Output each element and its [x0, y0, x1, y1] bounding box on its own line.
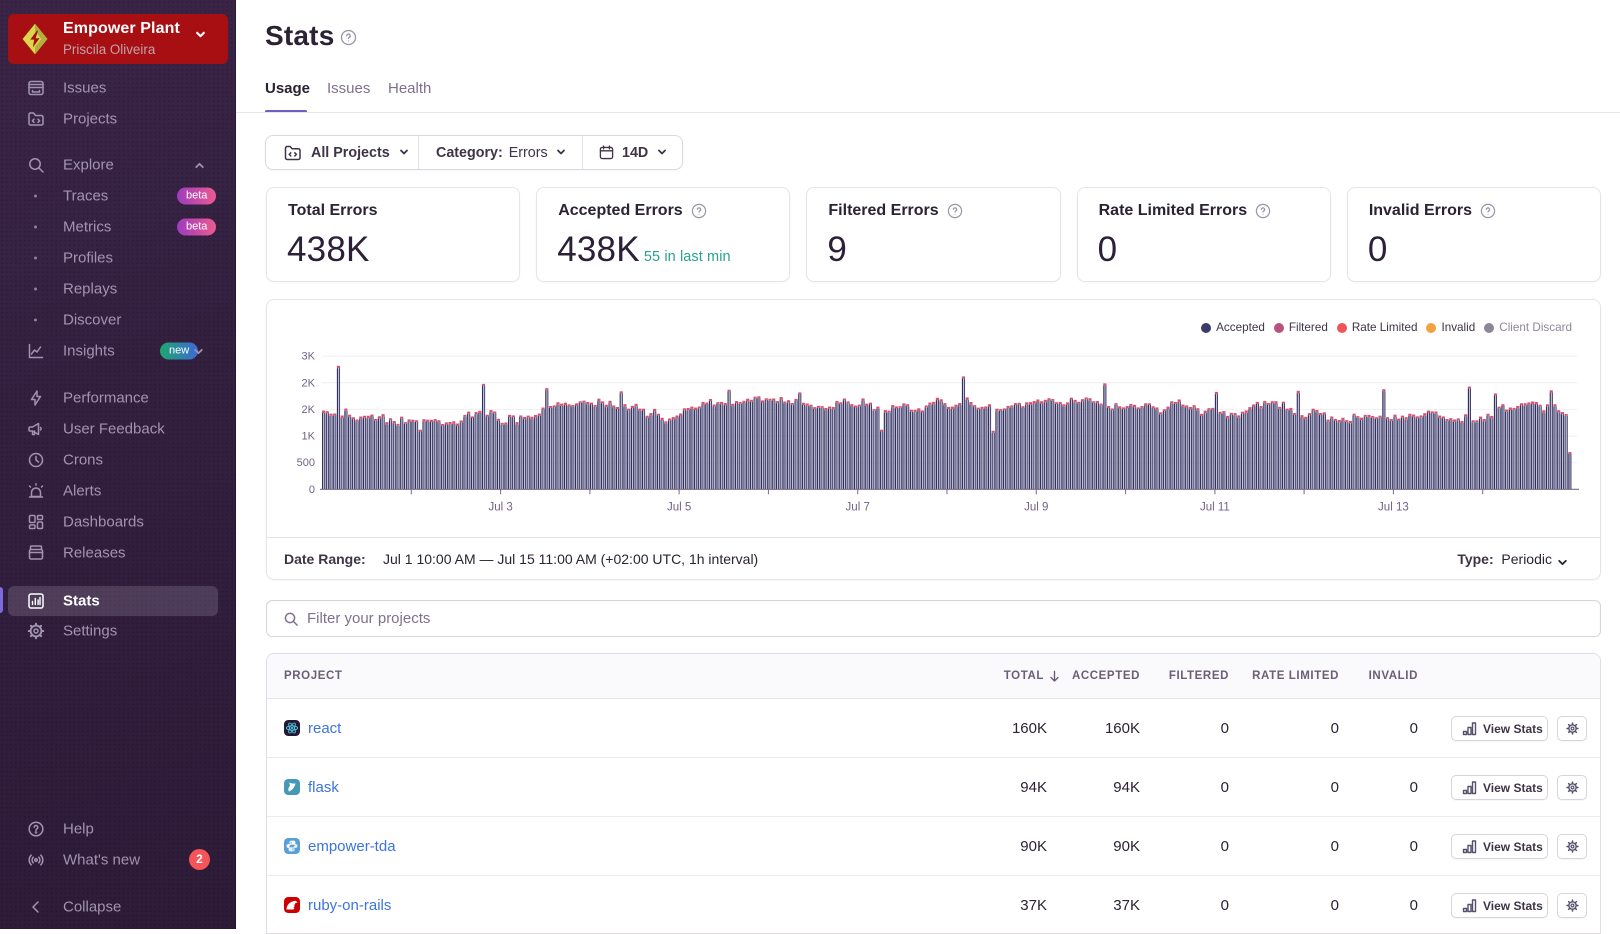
svg-text:2K: 2K [302, 404, 316, 416]
svg-text:Jul 7: Jul 7 [846, 501, 870, 513]
svg-text:2K: 2K [302, 377, 316, 389]
svg-text:Jul 9: Jul 9 [1024, 501, 1048, 513]
svg-text:Jul 5: Jul 5 [667, 501, 691, 513]
svg-text:Jul 13: Jul 13 [1378, 501, 1409, 513]
svg-text:1K: 1K [302, 431, 316, 443]
svg-text:Jul 11: Jul 11 [1200, 501, 1230, 513]
svg-text:0: 0 [309, 484, 315, 496]
svg-text:500: 500 [297, 457, 315, 469]
svg-text:3K: 3K [302, 351, 316, 363]
svg-text:Jul 3: Jul 3 [488, 501, 512, 513]
